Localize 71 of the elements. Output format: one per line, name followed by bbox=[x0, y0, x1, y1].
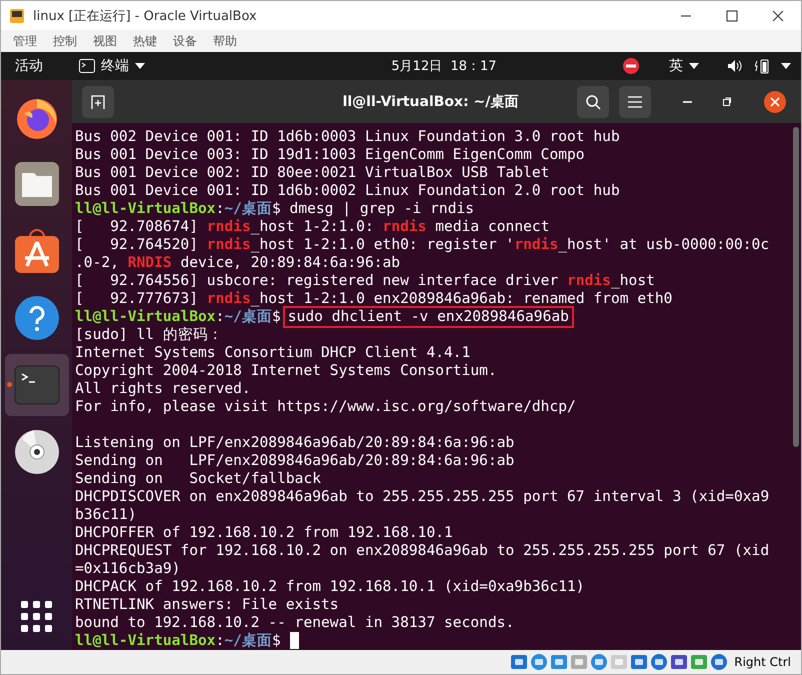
menu-item[interactable]: 热键 bbox=[125, 30, 165, 52]
terminal-line: For info, please visit https://www.isc.org/software/dhcp/ bbox=[75, 398, 576, 416]
running-indicator bbox=[6, 382, 12, 387]
folder-icon bbox=[14, 161, 60, 207]
terminal-line: bound to 192.168.10.2 -- renewal in 38137 seconds. bbox=[75, 614, 514, 632]
terminal-line: Sending on Socket/fallback bbox=[75, 470, 322, 488]
terminal-line: ll@ll-VirtualBox:~/桌面$ bbox=[75, 632, 282, 650]
terminal-line: Internet Systems Consortium DHCP Client 4.4.1 bbox=[75, 344, 470, 362]
terminal-line: [ 92.764556] usbcore: registered new interface driver rndis_host bbox=[75, 272, 655, 290]
shopping-bag-icon bbox=[14, 228, 60, 274]
virtualbox-logo-icon bbox=[9, 8, 25, 24]
highlighted-command: sudo dhclient -v enx2089846a96ab bbox=[284, 308, 572, 326]
terminal-line: [ 92.708674] rndis_host 1-2:1.0: rndis media connect bbox=[75, 218, 550, 236]
menu-item[interactable]: 视图 bbox=[85, 30, 125, 52]
terminal-line: ll@ll-VirtualBox:~/桌面$ dmesg | grep -i rndis bbox=[75, 200, 474, 218]
terminal-line: [ 92.764520] rndis_host 1-2:1.0 eth0: register 'rndis_host' at usb-0000:00:0c bbox=[75, 236, 770, 254]
terminal-line: Bus 001 Device 002: ID 80ee:0021 VirtualBox USB Tablet bbox=[75, 164, 550, 182]
terminal-line: Listening on LPF/enx2089846a96ab/20:89:84:6a:96:ab bbox=[75, 434, 514, 452]
new-tab-button[interactable] bbox=[82, 86, 114, 118]
do-not-disturb-icon bbox=[623, 58, 639, 74]
help-icon bbox=[14, 295, 60, 341]
terminal-line: [sudo] ll 的密码： bbox=[75, 326, 223, 344]
host-key-label: Right Ctrl bbox=[734, 655, 791, 669]
input-method-menu[interactable]: 英 bbox=[669, 54, 699, 78]
terminal-line: b36c11) bbox=[75, 506, 137, 524]
caret-icon bbox=[781, 63, 791, 69]
prompt-user: ll@ll-VirtualBox bbox=[75, 308, 216, 326]
window-title: linux [正在运行] - Oracle VirtualBox bbox=[33, 8, 258, 24]
close-icon bbox=[764, 90, 786, 112]
menu-item[interactable]: 管理 bbox=[5, 30, 45, 52]
terminal-icon bbox=[79, 59, 95, 73]
search-button[interactable] bbox=[577, 86, 609, 118]
search-icon bbox=[585, 94, 601, 110]
terminal-line: Copyright 2004-2018 Internet Systems Consortium. bbox=[75, 362, 497, 380]
volume-icon bbox=[727, 59, 743, 73]
terminal-line: Bus 002 Device 001: ID 1d6b:0003 Linux Foundation 3.0 root hub bbox=[75, 128, 620, 146]
terminal-text: $ bbox=[272, 308, 281, 326]
menu-item[interactable]: 帮助 bbox=[205, 30, 245, 52]
terminal-line: All rights reserved. bbox=[75, 380, 251, 398]
close-icon bbox=[772, 10, 784, 22]
terminal-line: DHCPREQUEST for 192.168.10.2 on enx2089846a96ab to 255.255.255.255 port 67 (xid bbox=[75, 542, 770, 560]
menu-button[interactable] bbox=[619, 86, 651, 118]
terminal-line: .0-2, RNDIS device, 20:89:84:6a:96:ab bbox=[75, 254, 400, 272]
maximize-icon bbox=[726, 10, 738, 22]
caret-icon bbox=[689, 63, 699, 69]
prompt-path: ~/桌面 bbox=[224, 308, 272, 326]
menu-item[interactable]: 控制 bbox=[45, 30, 85, 52]
battery-icon bbox=[755, 58, 771, 74]
terminal-line: DHCPACK of 192.168.10.2 from 192.168.10.1 (xid=0xa9b36c11) bbox=[75, 578, 585, 596]
terminal-line: =0x116cb3a9) bbox=[75, 560, 180, 578]
activities-button[interactable]: 活动 bbox=[15, 54, 43, 78]
grid-icon bbox=[20, 601, 52, 633]
terminal-line: Sending on LPF/enx2089846a96ab/20:89:84:6a:96:ab bbox=[75, 452, 514, 470]
terminal-line: RTNETLINK answers: File exists bbox=[75, 596, 339, 614]
clock: 5月12日 18：17 bbox=[391, 58, 497, 75]
terminal-text: : bbox=[216, 308, 224, 326]
menu-icon bbox=[628, 96, 642, 108]
new-tab-icon bbox=[90, 94, 106, 110]
minimize-icon bbox=[682, 100, 692, 102]
menu-item[interactable]: 设备 bbox=[165, 30, 205, 52]
terminal-line: DHCPDISCOVER on enx2089846a96ab to 255.255.255.255 port 67 interval 3 (xid=0xa9 bbox=[75, 488, 770, 506]
window-title: ll@ll-VirtualBox: ~/桌面 bbox=[342, 92, 518, 110]
scrollbar[interactable] bbox=[793, 127, 799, 447]
terminal-line: Bus 001 Device 001: ID 1d6b:0002 Linux Foundation 2.0 root hub bbox=[75, 182, 620, 200]
terminal-line: [ 92.777673] rndis_host 1-2:1.0 enx2089846a96ab: renamed from eth0 bbox=[75, 290, 672, 308]
terminal-icon bbox=[14, 365, 60, 405]
app-menu[interactable]: 终端 bbox=[79, 54, 145, 78]
terminal-line: DHCPOFFER of 192.168.10.2 from 192.168.10.1 bbox=[75, 524, 453, 542]
restore-icon bbox=[722, 96, 732, 106]
caret-icon bbox=[135, 63, 145, 69]
terminal-line: Bus 001 Device 003: ID 19d1:1003 EigenComm EigenComm Compo bbox=[75, 146, 585, 164]
